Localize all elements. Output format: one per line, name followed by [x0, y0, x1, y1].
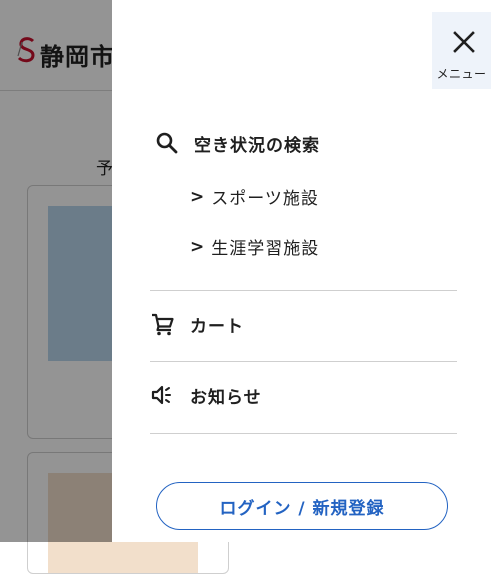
- menu-item-sports-facilities[interactable]: > スポーツ施設: [190, 184, 319, 210]
- chevron-right-icon: >: [190, 236, 206, 257]
- cart-icon: [152, 313, 174, 336]
- megaphone-icon: [151, 385, 171, 405]
- close-menu-label: メニュー: [436, 67, 487, 81]
- news-label: お知らせ: [190, 387, 262, 408]
- menu-divider: [150, 433, 457, 434]
- menu-divider: [150, 361, 457, 362]
- menu-item-cart[interactable]: カート: [150, 311, 244, 337]
- close-icon: [453, 31, 475, 53]
- search-availability-title: 空き状況の検索: [194, 135, 320, 156]
- login-register-button[interactable]: ログイン / 新規登録: [156, 482, 448, 530]
- menu-divider: [150, 290, 457, 291]
- close-menu-button[interactable]: メニュー: [432, 12, 491, 89]
- search-availability-heading: 空き状況の検索: [154, 130, 320, 156]
- navigation-drawer: メニュー 空き状況の検索 > スポーツ施設 > 生涯学習施設 カート お知らせ …: [112, 0, 491, 542]
- menu-item-label: 生涯学習施設: [211, 239, 320, 259]
- search-icon: [156, 132, 178, 154]
- chevron-right-icon: >: [190, 186, 206, 207]
- menu-item-news[interactable]: お知らせ: [150, 382, 262, 408]
- menu-item-label: スポーツ施設: [211, 189, 319, 209]
- menu-item-lifelong-learning-facilities[interactable]: > 生涯学習施設: [190, 234, 320, 260]
- cart-label: カート: [190, 316, 244, 337]
